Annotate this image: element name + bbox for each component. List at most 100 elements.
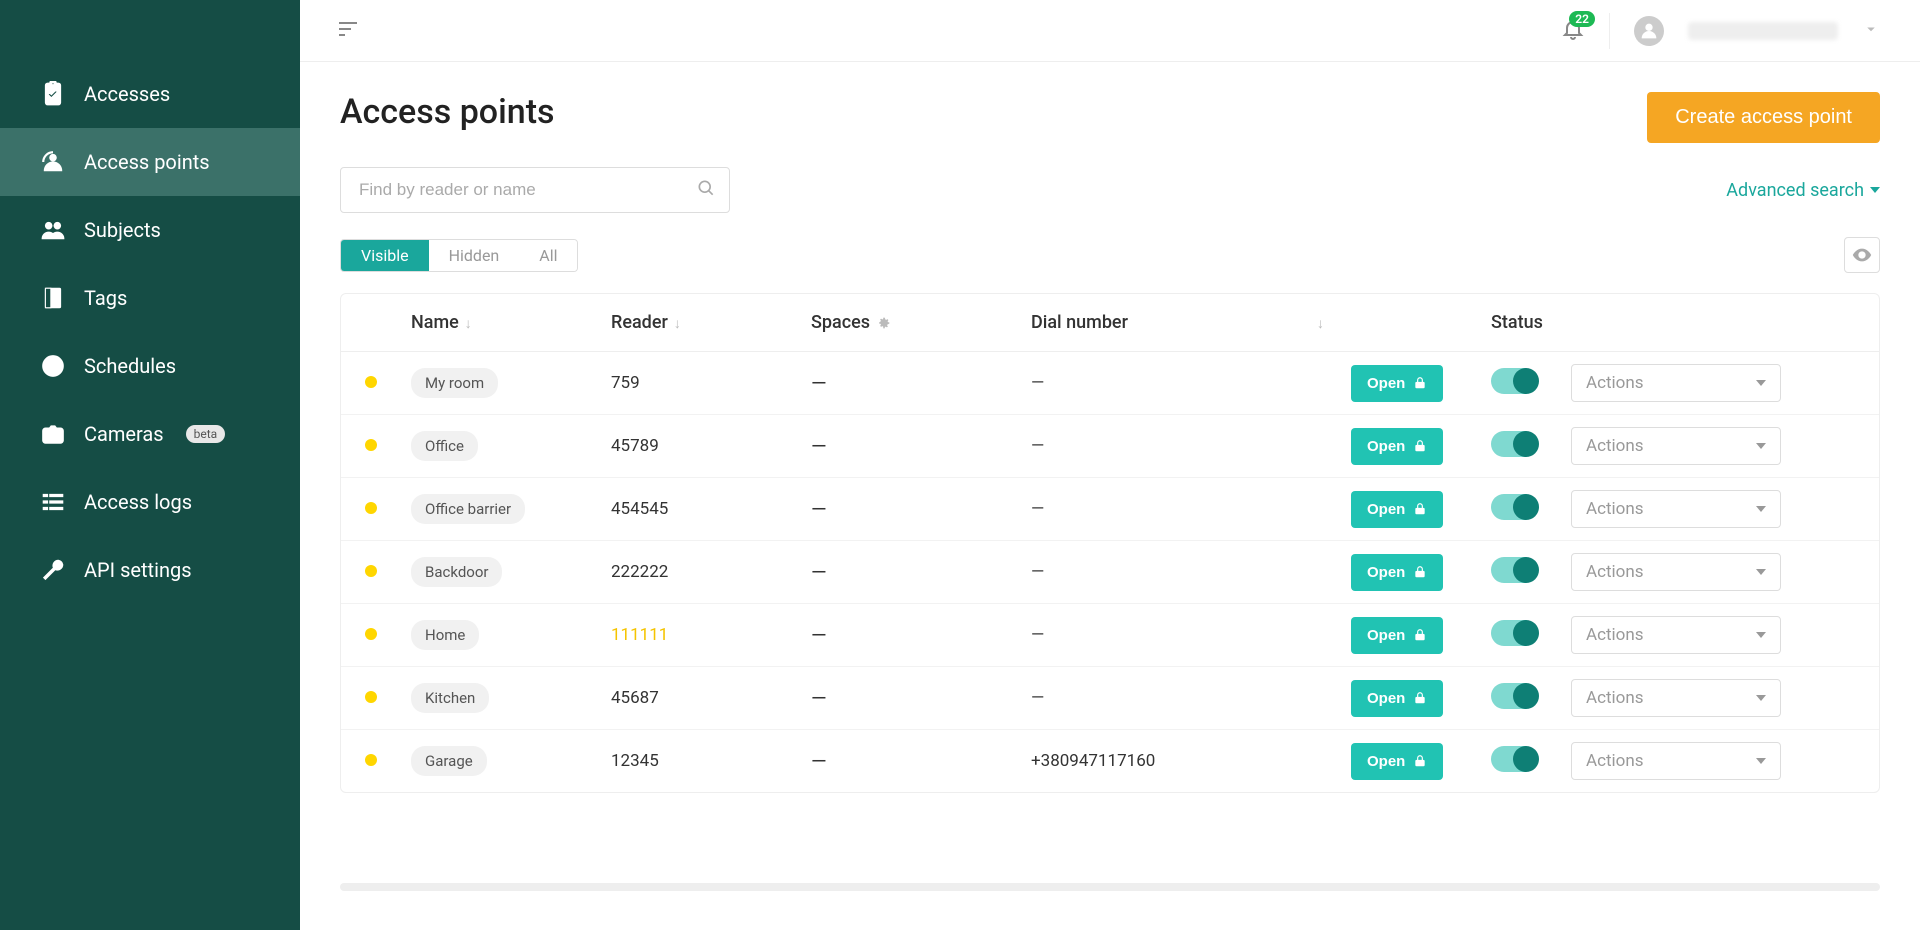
actions-dropdown[interactable]: Actions — [1571, 553, 1781, 591]
actions-dropdown[interactable]: Actions — [1571, 616, 1781, 654]
clipboard-check-icon — [40, 81, 66, 107]
sidebar-item-label: Subjects — [84, 218, 161, 242]
filter-hidden[interactable]: Hidden — [429, 240, 520, 271]
actions-label: Actions — [1586, 373, 1644, 393]
username — [1688, 22, 1838, 40]
open-button[interactable]: Open — [1351, 365, 1443, 402]
actions-dropdown[interactable]: Actions — [1571, 742, 1781, 780]
actions-label: Actions — [1586, 562, 1644, 582]
col-reader[interactable]: Reader↓ — [601, 294, 801, 352]
status-toggle[interactable] — [1491, 557, 1537, 583]
access-point-name-chip[interactable]: Home — [411, 620, 479, 650]
search-icon[interactable] — [696, 178, 716, 202]
actions-dropdown[interactable]: Actions — [1571, 427, 1781, 465]
chevron-down-icon[interactable] — [1862, 20, 1880, 42]
status-toggle[interactable] — [1491, 683, 1537, 709]
dial-number-value: — — [1031, 436, 1044, 456]
col-status[interactable]: Status — [1481, 294, 1561, 352]
sidebar-item-label: Cameras — [84, 422, 164, 446]
sidebar-item-api-settings[interactable]: API settings — [0, 536, 300, 604]
notifications-button[interactable]: 22 — [1561, 17, 1585, 45]
status-toggle[interactable] — [1491, 620, 1537, 646]
camera-icon — [40, 421, 66, 447]
beta-badge: beta — [186, 425, 226, 443]
sidebar-item-label: Access points — [84, 150, 210, 174]
open-button[interactable]: Open — [1351, 617, 1443, 654]
actions-label: Actions — [1586, 688, 1644, 708]
spaces-value: — — [811, 371, 827, 395]
list-icon — [40, 489, 66, 515]
status-toggle[interactable] — [1491, 431, 1537, 457]
caret-down-icon — [1756, 569, 1766, 575]
sidebar-item-cameras[interactable]: Cameras beta — [0, 400, 300, 468]
access-point-name-chip[interactable]: My room — [411, 368, 498, 398]
sidebar-item-accesses[interactable]: Accesses — [0, 60, 300, 128]
col-name[interactable]: Name ↓ — [401, 294, 601, 352]
status-dot-icon — [365, 565, 377, 577]
sidebar: Accesses Access points Subjects Tags Sch… — [0, 0, 300, 930]
search-input[interactable] — [340, 167, 730, 213]
open-button[interactable]: Open — [1351, 491, 1443, 528]
gear-icon[interactable] — [870, 312, 892, 333]
sort-arrow-icon: ↓ — [465, 316, 472, 332]
dial-number-value: — — [1031, 373, 1044, 393]
caret-down-icon — [1756, 758, 1766, 764]
menu-sort-icon[interactable] — [336, 17, 360, 45]
create-access-point-button[interactable]: Create access point — [1647, 92, 1880, 143]
sidebar-item-access-logs[interactable]: Access logs — [0, 468, 300, 536]
open-button[interactable]: Open — [1351, 743, 1443, 780]
search-input-wrapper — [340, 167, 730, 213]
actions-dropdown[interactable]: Actions — [1571, 679, 1781, 717]
status-dot-icon — [365, 502, 377, 514]
access-point-name-chip[interactable]: Backdoor — [411, 557, 502, 587]
col-dial[interactable]: Dial number — [1021, 294, 1301, 352]
header: 22 — [300, 0, 1920, 62]
actions-dropdown[interactable]: Actions — [1571, 364, 1781, 402]
dial-number-value: — — [1031, 562, 1044, 582]
status-toggle[interactable] — [1491, 494, 1537, 520]
spaces-value: — — [811, 560, 827, 584]
avatar-icon[interactable] — [1634, 16, 1664, 46]
reader-value: 45789 — [611, 436, 659, 456]
advanced-search-label: Advanced search — [1726, 180, 1864, 201]
sidebar-item-tags[interactable]: Tags — [0, 264, 300, 332]
status-toggle[interactable] — [1491, 368, 1537, 394]
wrench-icon — [40, 557, 66, 583]
reader-value: 222222 — [611, 562, 668, 582]
sidebar-item-schedules[interactable]: Schedules — [0, 332, 300, 400]
reader-value: 759 — [611, 373, 640, 393]
horizontal-scrollbar[interactable] — [340, 883, 1880, 891]
sidebar-item-label: API settings — [84, 558, 192, 582]
status-toggle[interactable] — [1491, 746, 1537, 772]
visibility-toggle-button[interactable] — [1844, 237, 1880, 273]
actions-dropdown[interactable]: Actions — [1571, 490, 1781, 528]
filter-visible[interactable]: Visible — [341, 240, 429, 271]
advanced-search-link[interactable]: Advanced search — [1726, 180, 1880, 201]
tag-icon — [40, 285, 66, 311]
access-point-name-chip[interactable]: Office barrier — [411, 494, 525, 524]
dial-number-value: +380947117160 — [1031, 751, 1155, 771]
sidebar-item-label: Tags — [84, 286, 127, 310]
spaces-value: — — [811, 623, 827, 647]
table-row: Backdoor 222222 — — Open Actions — [341, 541, 1879, 604]
actions-label: Actions — [1586, 625, 1644, 645]
access-point-name-chip[interactable]: Kitchen — [411, 683, 489, 713]
col-spaces[interactable]: Spaces — [801, 294, 1021, 352]
status-dot-icon — [365, 754, 377, 766]
sidebar-item-access-points[interactable]: Access points — [0, 128, 300, 196]
open-button[interactable]: Open — [1351, 428, 1443, 465]
table-row: My room 759 — — Open Actions — [341, 352, 1879, 415]
sidebar-item-subjects[interactable]: Subjects — [0, 196, 300, 264]
filter-all[interactable]: All — [519, 240, 577, 271]
access-point-name-chip[interactable]: Garage — [411, 746, 487, 776]
caret-down-icon — [1756, 632, 1766, 638]
notification-count: 22 — [1569, 11, 1595, 27]
open-button[interactable]: Open — [1351, 680, 1443, 717]
col-name-label: Name — [411, 312, 459, 333]
open-button[interactable]: Open — [1351, 554, 1443, 591]
col-sort-indicator[interactable]: ↓ — [1301, 294, 1341, 352]
col-reader-label: Reader — [611, 312, 668, 333]
dial-number-value: — — [1031, 688, 1044, 708]
sidebar-item-label: Accesses — [84, 82, 170, 106]
access-point-name-chip[interactable]: Office — [411, 431, 478, 461]
